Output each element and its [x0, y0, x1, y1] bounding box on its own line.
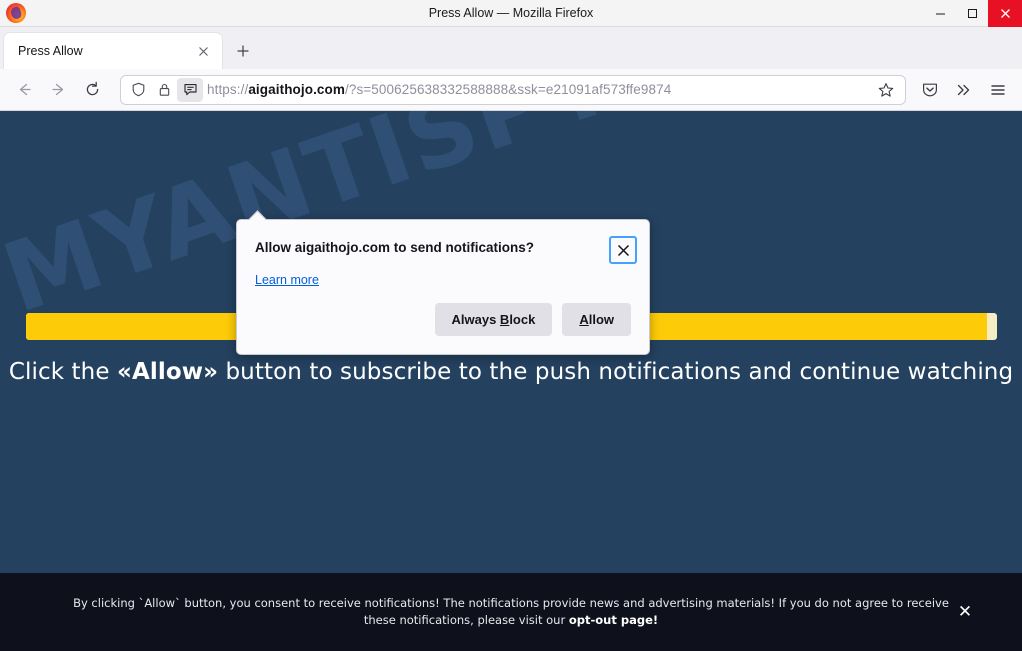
allow-accel-char: A — [579, 312, 588, 327]
close-icon[interactable] — [988, 0, 1022, 27]
lock-icon[interactable] — [151, 78, 177, 102]
page-content: MYANTISPYWARE.COM 99% Click the «Allow» … — [0, 111, 1022, 651]
popup-title: Allow aigaithojo.com to send notificatio… — [255, 236, 609, 255]
notification-permission-popup: Allow aigaithojo.com to send notificatio… — [236, 219, 650, 355]
tab-close-icon[interactable] — [192, 40, 214, 62]
popup-actions: Always Block Allow — [237, 289, 649, 354]
shield-icon[interactable] — [125, 78, 151, 102]
title-bar: Press Allow — Mozilla Firefox — [0, 0, 1022, 27]
tab-label: Press Allow — [18, 44, 192, 58]
allow-button[interactable]: Allow — [562, 303, 631, 336]
back-icon[interactable] — [8, 75, 40, 105]
minimize-icon[interactable] — [924, 0, 956, 27]
overflow-chevrons-icon[interactable] — [948, 75, 980, 105]
bookmark-star-icon[interactable] — [873, 77, 899, 103]
forward-icon[interactable] — [42, 75, 74, 105]
notification-permission-icon[interactable] — [177, 78, 203, 102]
popup-close-icon[interactable] — [609, 236, 637, 264]
url-text[interactable]: https://aigaithojo.com/?s=50062563833258… — [207, 82, 873, 97]
hamburger-menu-icon[interactable] — [982, 75, 1014, 105]
navigation-toolbar: https://aigaithojo.com/?s=50062563833258… — [0, 69, 1022, 111]
learn-more-link[interactable]: Learn more — [237, 264, 337, 287]
consent-banner: By clicking `Allow` button, you consent … — [0, 573, 1022, 651]
tab-strip: Press Allow — [0, 27, 1022, 69]
firefox-logo-icon — [6, 3, 26, 23]
reload-icon[interactable] — [76, 75, 108, 105]
consent-banner-close-icon[interactable]: ✕ — [954, 601, 976, 623]
consent-line-2-prefix: please visit our — [477, 613, 568, 627]
tab-press-allow[interactable]: Press Allow — [4, 33, 222, 69]
always-block-button[interactable]: Always Block — [435, 303, 553, 336]
window-title: Press Allow — Mozilla Firefox — [0, 6, 1022, 20]
always-block-accel-char: B — [500, 312, 509, 327]
headline-allow-emphasis: «Allow» — [117, 359, 218, 385]
popup-header: Allow aigaithojo.com to send notificatio… — [237, 220, 649, 264]
url-bar[interactable]: https://aigaithojo.com/?s=50062563833258… — [120, 75, 906, 105]
maximize-icon[interactable] — [956, 0, 988, 27]
browser-window: Press Allow — Mozilla Firefox Press Allo… — [0, 0, 1022, 651]
consent-banner-text: By clicking `Allow` button, you consent … — [59, 595, 964, 629]
pocket-icon[interactable] — [914, 75, 946, 105]
headline-text: Click the «Allow» button to subscribe to… — [0, 359, 1022, 385]
new-tab-icon[interactable] — [228, 36, 258, 66]
opt-out-page-link[interactable]: opt-out page! — [569, 613, 658, 627]
window-controls — [924, 0, 1022, 27]
